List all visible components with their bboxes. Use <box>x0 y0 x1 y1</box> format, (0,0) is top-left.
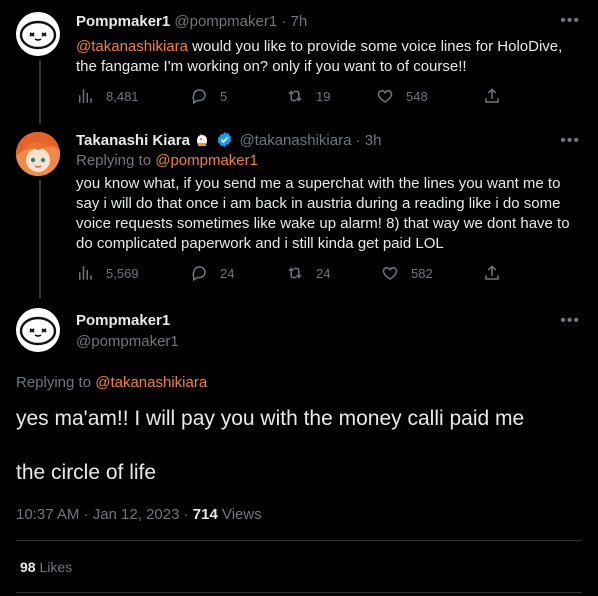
tweet1-like-count: 548 <box>406 88 428 104</box>
tweet1-author-handle[interactable]: @pompmaker1 <box>174 13 277 30</box>
tweet2-text-line: do complicated paperwork and i still kin… <box>76 235 444 252</box>
tweet2-text: you know what, if you send me a supercha… <box>76 174 591 254</box>
avatar-pompmaker1[interactable] <box>16 12 60 56</box>
share-icon <box>485 265 499 280</box>
tweet2-like-button[interactable]: 582 <box>381 264 433 282</box>
tweet2-retweet-button[interactable]: 24 <box>286 264 330 282</box>
tweet2-replying-mention[interactable]: @pompmaker1 <box>155 152 258 169</box>
tweet1-reply-button[interactable]: 5 <box>190 87 227 105</box>
tweet2-share-button[interactable] <box>483 264 513 282</box>
main-views-count: 714 <box>192 506 218 523</box>
main-tweet-text-line2: the circle of life <box>16 461 157 484</box>
tweet2-text-line: voice requests sometimes like wake up al… <box>76 215 570 232</box>
tweet2-header: Takanashi Kiara @takanashikiara · 3h <box>76 131 381 152</box>
tweet2-retweet-count: 24 <box>316 265 331 281</box>
main-replying-prefix: Replying to <box>16 374 96 391</box>
tweet2-more-icon[interactable]: ••• <box>560 132 580 150</box>
tweet2-time[interactable]: · 3h <box>356 132 382 149</box>
tweet1-retweet-count: 19 <box>316 88 331 104</box>
main-likes-count: 98 <box>20 559 36 575</box>
tweet2-text-line: say i will do that once i am back in aus… <box>76 195 561 212</box>
tweet1-action-bar: 8,481 5 19 548 <box>76 87 586 109</box>
chick-emoji-icon <box>194 132 210 152</box>
tweet1-retweet-button[interactable]: 19 <box>286 87 330 105</box>
main-author-name[interactable]: Pompmaker1 <box>76 312 170 329</box>
tweet2-replying-prefix: Replying to <box>76 152 156 169</box>
tweet1-header: Pompmaker1 @pompmaker1 · 7h <box>76 13 307 30</box>
reply-icon <box>192 266 206 282</box>
divider-bottom <box>16 592 582 593</box>
tweet1-text: @takanashikiara would you like to provid… <box>76 37 586 77</box>
tweet2-like-count: 582 <box>411 265 433 281</box>
main-author-handle[interactable]: @pompmaker1 <box>76 333 179 350</box>
tweet1-views[interactable]: 8,481 <box>76 87 139 105</box>
tweet2-views[interactable]: 5,569 <box>76 264 139 282</box>
tweet1-author-name[interactable]: Pompmaker1 <box>76 13 170 30</box>
tweet1-reply-count: 5 <box>220 88 228 104</box>
tweet1-views-count: 8,481 <box>106 88 139 104</box>
main-replying-to: Replying to @takanashikiara <box>16 374 207 391</box>
tweet1-mention-link[interactable]: @takanashikiara <box>76 38 188 55</box>
main-likes-label: Likes <box>35 559 73 575</box>
tweet1-like-button[interactable]: 548 <box>376 87 428 105</box>
views-icon <box>79 266 92 280</box>
verified-badge-icon <box>216 131 233 152</box>
main-replying-mention[interactable]: @takanashikiara <box>95 374 207 391</box>
views-icon <box>79 89 92 103</box>
tweet1-share-button[interactable] <box>483 87 513 105</box>
main-more-icon[interactable]: ••• <box>560 312 580 330</box>
thread-connector-2 <box>39 180 41 298</box>
main-timestamp[interactable]: 10:37 AM · Jan 12, 2023 · <box>16 506 193 523</box>
tweet1-more-icon[interactable]: ••• <box>560 12 580 30</box>
tweet1-text-line2: the fangame I'm working on? only if you … <box>76 58 467 75</box>
thread-connector <box>39 60 41 124</box>
tweet1-time[interactable]: · 7h <box>281 13 307 30</box>
main-views-label: Views <box>217 506 262 523</box>
retweet-icon <box>288 267 302 279</box>
main-tweet-text-line1: yes ma'am!! I will pay you with the mone… <box>16 407 525 430</box>
main-author-name-row: Pompmaker1 <box>76 312 170 329</box>
tweet2-views-count: 5,569 <box>106 265 139 281</box>
avatar-takanashikiara[interactable] <box>16 132 60 176</box>
tweet2-action-bar: 5,569 24 24 582 <box>76 264 586 286</box>
main-author-handle-row: @pompmaker1 <box>76 333 179 350</box>
like-icon <box>382 266 398 280</box>
tweet2-author-handle[interactable]: @takanashikiara <box>239 132 351 149</box>
main-avatar-pompmaker1[interactable] <box>16 308 60 352</box>
tweet2-reply-button[interactable]: 24 <box>190 264 234 282</box>
reply-icon <box>192 89 206 105</box>
tweet1-text-line1: would you like to provide some voice lin… <box>187 38 563 55</box>
main-tweet-meta: 10:37 AM · Jan 12, 2023 · 714 Views <box>16 506 262 523</box>
share-icon <box>485 88 499 103</box>
divider <box>16 540 582 541</box>
tweet2-reply-count: 24 <box>220 265 235 281</box>
like-icon <box>377 89 393 103</box>
tweet2-replying-to: Replying to @pompmaker1 <box>76 152 258 169</box>
tweet2-text-line: you know what, if you send me a supercha… <box>76 175 561 192</box>
tweet2-author-name[interactable]: Takanashi Kiara <box>76 132 190 149</box>
retweet-icon <box>288 90 302 102</box>
main-likes[interactable]: 98 Likes <box>20 559 72 575</box>
